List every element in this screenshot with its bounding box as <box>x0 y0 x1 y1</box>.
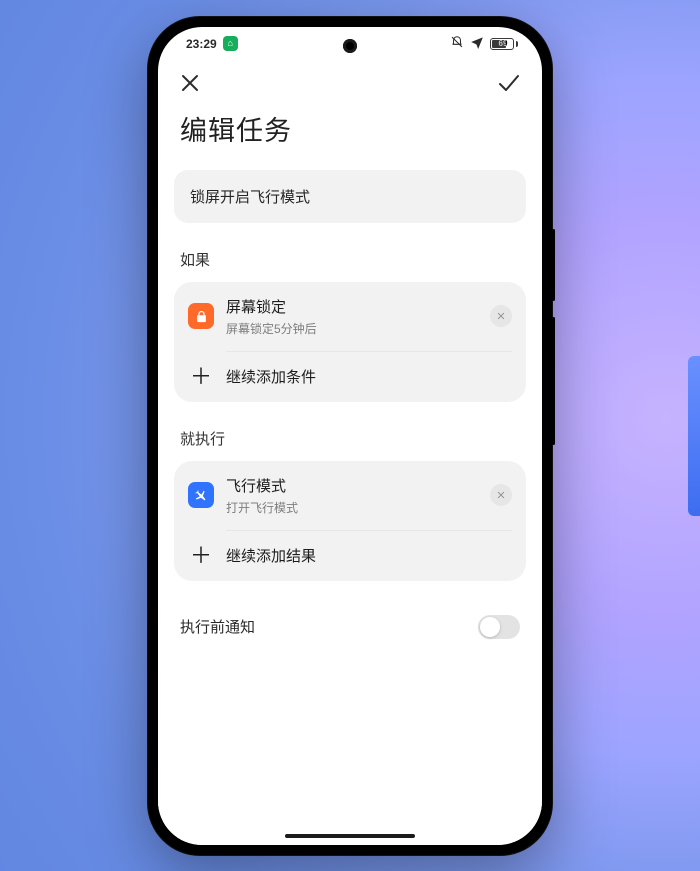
side-app-hint <box>688 356 700 516</box>
confirm-button[interactable] <box>496 71 522 95</box>
plus-icon: ＋ <box>188 545 214 567</box>
airplane-icon <box>188 482 214 508</box>
power-button <box>552 317 555 445</box>
section-label-then: 就执行 <box>174 402 526 461</box>
screen: 23:29 ⌂ 69 <box>158 27 542 845</box>
remove-result-button[interactable] <box>490 484 512 506</box>
add-condition-label: 继续添加条件 <box>226 366 512 387</box>
mi-home-badge-icon: ⌂ <box>223 36 238 51</box>
add-result-button[interactable]: ＋ 继续添加结果 <box>174 531 526 581</box>
phone-frame: 23:29 ⌂ 69 <box>148 17 552 855</box>
plus-icon: ＋ <box>188 366 214 388</box>
add-result-label: 继续添加结果 <box>226 545 512 566</box>
condition-subtitle: 屏幕锁定5分钟后 <box>226 320 478 337</box>
result-title: 飞行模式 <box>226 475 478 496</box>
close-button[interactable] <box>178 71 202 95</box>
toggle-knob <box>480 617 500 637</box>
results-card: 飞行模式 打开飞行模式 ＋ 继续添加结果 <box>174 461 526 581</box>
task-name-text: 锁屏开启飞行模式 <box>190 189 310 206</box>
top-bar <box>158 61 542 101</box>
front-camera <box>343 39 357 53</box>
content-area: 锁屏开启飞行模式 如果 屏幕锁定 屏幕锁定5分钟后 <box>158 170 542 845</box>
home-indicator[interactable] <box>285 834 415 838</box>
notify-before-run-row: 执行前通知 <box>174 581 526 639</box>
conditions-card: 屏幕锁定 屏幕锁定5分钟后 ＋ 继续添加条件 <box>174 282 526 402</box>
task-name-input[interactable]: 锁屏开启飞行模式 <box>174 170 526 223</box>
airplane-status-icon <box>470 35 484 52</box>
battery-indicator: 69 <box>490 38 518 50</box>
add-condition-button[interactable]: ＋ 继续添加条件 <box>174 352 526 402</box>
result-subtitle: 打开飞行模式 <box>226 499 478 516</box>
condition-row[interactable]: 屏幕锁定 屏幕锁定5分钟后 <box>174 282 526 351</box>
notify-toggle[interactable] <box>478 615 520 639</box>
volume-button <box>552 229 555 301</box>
status-time: 23:29 <box>186 37 217 51</box>
notify-label: 执行前通知 <box>180 616 255 637</box>
section-label-if: 如果 <box>174 223 526 282</box>
condition-title: 屏幕锁定 <box>226 296 478 317</box>
page-title: 编辑任务 <box>158 101 542 170</box>
lock-icon <box>188 303 214 329</box>
result-row[interactable]: 飞行模式 打开飞行模式 <box>174 461 526 530</box>
mute-icon <box>450 35 464 52</box>
remove-condition-button[interactable] <box>490 305 512 327</box>
battery-percent: 69 <box>492 39 514 48</box>
